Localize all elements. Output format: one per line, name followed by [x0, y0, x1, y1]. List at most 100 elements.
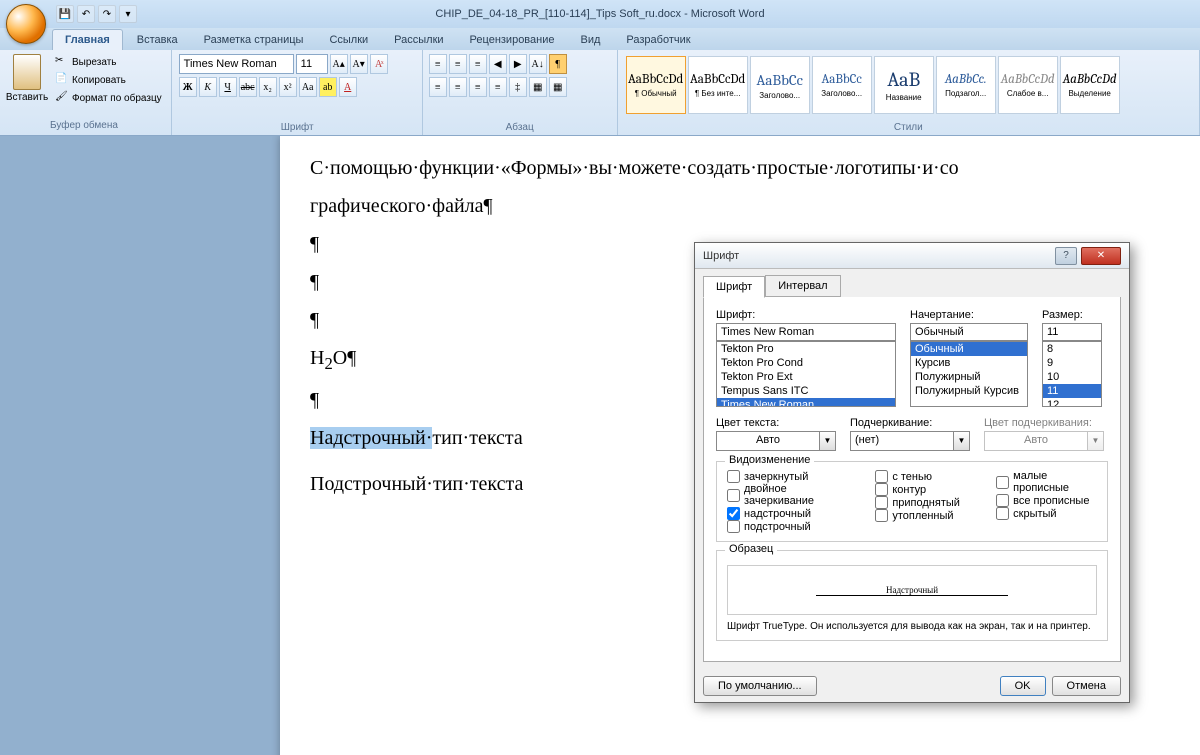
font-color-button[interactable]: A [339, 77, 357, 97]
chk-hidden[interactable]: скрытый [996, 507, 1097, 520]
chk-subscript[interactable]: подстрочный [727, 520, 855, 533]
window-title: CHIP_DE_04-18_PR_[110-114]_Tips Soft_ru.… [435, 8, 764, 20]
italic-button[interactable]: К [199, 77, 217, 97]
shading-button[interactable]: ▦ [529, 77, 547, 97]
styles-gallery[interactable]: AaBbCcDd¶ Обычный AaBbCcDd¶ Без инте... … [624, 54, 1193, 116]
grow-font-button[interactable]: A▴ [330, 54, 348, 74]
list-item[interactable]: 10 [1043, 370, 1101, 384]
underline-combo[interactable]: (нет) [850, 431, 954, 451]
chk-superscript[interactable]: надстрочный [727, 507, 855, 520]
style-heading2[interactable]: AaBbCcЗаголово... [812, 56, 872, 114]
list-item[interactable]: Times New Roman [717, 398, 895, 407]
list-item[interactable]: Tekton Pro Ext [717, 370, 895, 384]
line-spacing-button[interactable]: ‡ [509, 77, 527, 97]
indent-dec-button[interactable]: ◀ [489, 54, 507, 74]
align-center-button[interactable]: ≡ [449, 77, 467, 97]
style-emphasis[interactable]: AaBbCcDdВыделение [1060, 56, 1120, 114]
tab-home[interactable]: Главная [52, 29, 123, 50]
qat-save-icon[interactable]: 💾 [56, 5, 74, 23]
tab-layout[interactable]: Разметка страницы [192, 30, 316, 50]
tab-mailings[interactable]: Рассылки [382, 30, 455, 50]
borders-button[interactable]: ▦ [549, 77, 567, 97]
font-style-input[interactable] [910, 323, 1028, 341]
dialog-tab-interval[interactable]: Интервал [765, 275, 840, 297]
paste-button[interactable]: Вставить [6, 54, 48, 103]
chk-smallcaps[interactable]: малые прописные [996, 470, 1097, 494]
tab-insert[interactable]: Вставка [125, 30, 190, 50]
numbering-button[interactable]: ≡ [449, 54, 467, 74]
style-subtitle[interactable]: AaBbCc.Подзагол... [936, 56, 996, 114]
highlight-button[interactable]: ab [319, 77, 337, 97]
qat-redo-icon[interactable]: ↷ [98, 5, 116, 23]
align-justify-button[interactable]: ≡ [489, 77, 507, 97]
shrink-font-button[interactable]: A▾ [350, 54, 368, 74]
font-list[interactable]: Tekton Pro Tekton Pro Cond Tekton Pro Ex… [716, 341, 896, 407]
align-right-button[interactable]: ≡ [469, 77, 487, 97]
list-item[interactable]: Tempus Sans ITC [717, 384, 895, 398]
qat-undo-icon[interactable]: ↶ [77, 5, 95, 23]
font-size-input[interactable] [1042, 323, 1102, 341]
button-ok[interactable]: OK [1000, 676, 1046, 696]
copy-button[interactable]: 📄Копировать [52, 72, 165, 88]
style-subtle[interactable]: AaBbCcDdСлабое в... [998, 56, 1058, 114]
tab-developer[interactable]: Разработчик [614, 30, 702, 50]
button-cancel[interactable]: Отмена [1052, 676, 1121, 696]
sort-button[interactable]: A↓ [529, 54, 547, 74]
subscript-button[interactable]: x₂ [259, 77, 277, 97]
align-left-button[interactable]: ≡ [429, 77, 447, 97]
list-item[interactable]: 8 [1043, 342, 1101, 356]
style-normal[interactable]: AaBbCcDd¶ Обычный [626, 56, 686, 114]
chevron-down-icon[interactable]: ▼ [954, 431, 970, 451]
clipboard-group-label: Буфер обмена [50, 118, 118, 133]
size-list[interactable]: 8 9 10 11 12 [1042, 341, 1102, 407]
office-button[interactable] [6, 4, 46, 44]
bullets-button[interactable]: ≡ [429, 54, 447, 74]
chk-emboss[interactable]: приподнятый [875, 496, 976, 509]
multilevel-button[interactable]: ≡ [469, 54, 487, 74]
chk-engrave[interactable]: утопленный [875, 509, 976, 522]
list-item[interactable]: Полужирный [911, 370, 1027, 384]
list-item[interactable]: 12 [1043, 398, 1101, 407]
strike-button[interactable]: abc [239, 77, 257, 97]
style-list[interactable]: Обычный Курсив Полужирный Полужирный Кур… [910, 341, 1028, 407]
clear-formatting-button[interactable]: Aͯ [370, 54, 388, 74]
list-item[interactable]: 9 [1043, 356, 1101, 370]
list-item[interactable]: 11 [1043, 384, 1101, 398]
chk-double-strike[interactable]: двойное зачеркивание [727, 483, 855, 507]
indent-inc-button[interactable]: ▶ [509, 54, 527, 74]
list-item[interactable]: Полужирный Курсив [911, 384, 1027, 398]
underline-button[interactable]: Ч [219, 77, 237, 97]
list-item[interactable]: Tekton Pro Cond [717, 356, 895, 370]
list-item[interactable]: Курсив [911, 356, 1027, 370]
style-heading1[interactable]: AaBbCcЗаголово... [750, 56, 810, 114]
font-name-input[interactable] [716, 323, 896, 341]
text-color-combo[interactable]: Авто [716, 431, 820, 451]
chevron-down-icon[interactable]: ▼ [820, 431, 836, 451]
style-nospacing[interactable]: AaBbCcDd¶ Без инте... [688, 56, 748, 114]
font-size-select[interactable]: 11 [296, 54, 328, 74]
dialog-tab-font[interactable]: Шрифт [703, 276, 765, 298]
button-default[interactable]: По умолчанию... [703, 676, 817, 696]
font-name-select[interactable]: Times New Roman [179, 54, 294, 74]
dialog-help-button[interactable]: ? [1055, 247, 1077, 265]
change-case-button[interactable]: Aa [299, 77, 317, 97]
list-item[interactable]: Обычный [911, 342, 1027, 356]
font-hint: Шрифт TrueType. Он используется для выво… [727, 621, 1097, 632]
bold-button[interactable]: Ж [179, 77, 197, 97]
show-marks-button[interactable]: ¶ [549, 54, 567, 74]
tab-references[interactable]: Ссылки [317, 30, 380, 50]
list-item[interactable]: Tekton Pro [717, 342, 895, 356]
superscript-button[interactable]: x² [279, 77, 297, 97]
tab-review[interactable]: Рецензирование [458, 30, 567, 50]
cut-button[interactable]: ✂Вырезать [52, 54, 165, 70]
style-title[interactable]: AaBНазвание [874, 56, 934, 114]
chk-strike[interactable]: зачеркнутый [727, 470, 855, 483]
chk-shadow[interactable]: с тенью [875, 470, 976, 483]
chk-allcaps[interactable]: все прописные [996, 494, 1097, 507]
qat-customize-icon[interactable]: ▾ [119, 5, 137, 23]
format-painter-button[interactable]: 🖌Формат по образцу [52, 90, 165, 106]
dialog-close-button[interactable]: ✕ [1081, 247, 1121, 265]
chk-outline[interactable]: контур [875, 483, 976, 496]
ribbon: Вставить ✂Вырезать 📄Копировать 🖌Формат п… [0, 50, 1200, 136]
tab-view[interactable]: Вид [569, 30, 613, 50]
